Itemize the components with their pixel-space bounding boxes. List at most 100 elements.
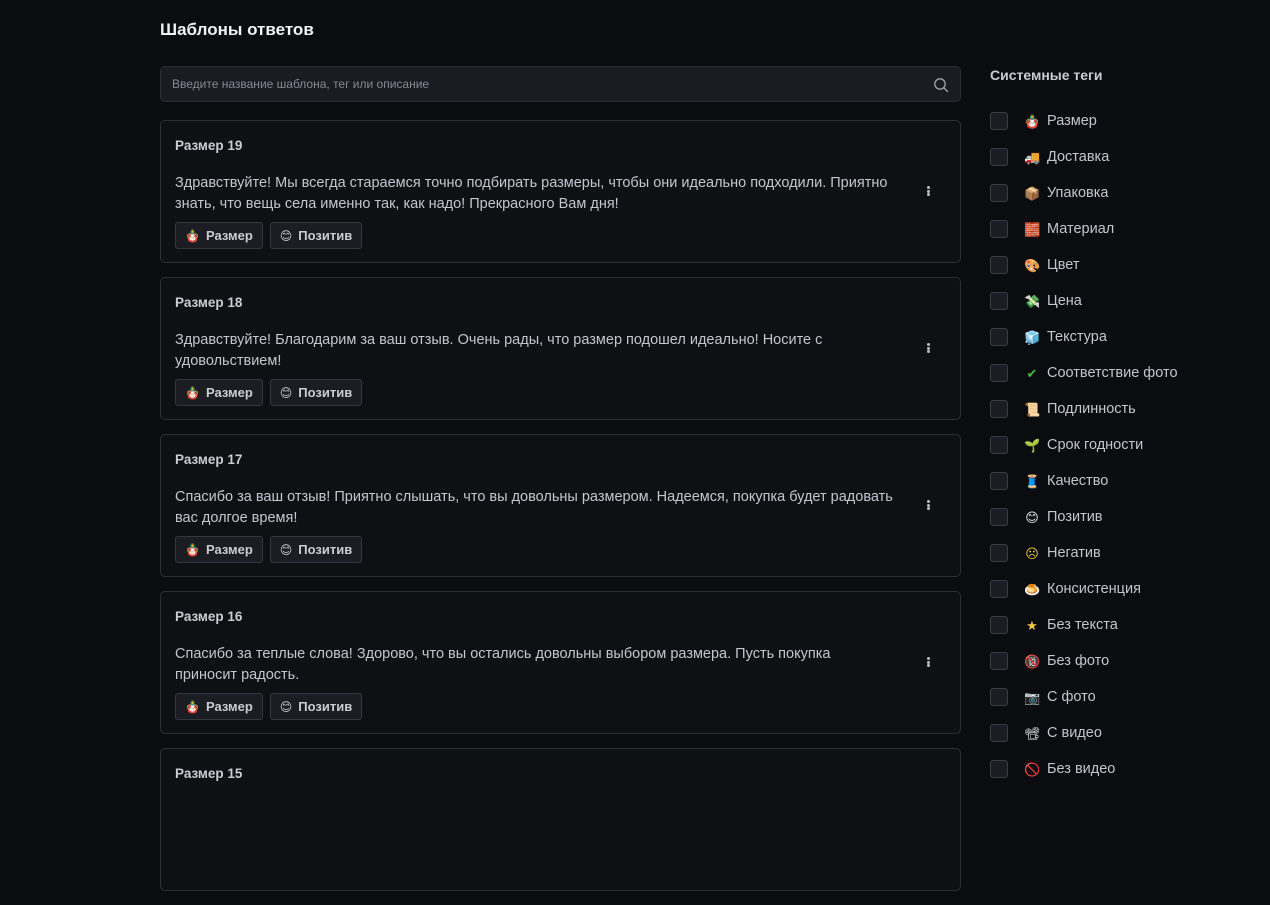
tag-chip-label: Позитив <box>298 542 353 557</box>
template-title: Размер 19 <box>175 138 243 153</box>
camera-icon: 📷 <box>1024 689 1041 705</box>
template-tags: 🪆 Размер 😊 Позитив <box>175 536 946 563</box>
tag-chip-label: Позитив <box>298 385 353 400</box>
search-icon[interactable] <box>933 77 949 93</box>
smile-icon: 😊 <box>279 699 293 714</box>
tag-chip-positive[interactable]: 😊 Позитив <box>269 379 363 406</box>
system-tag-label: Цена <box>1047 293 1082 309</box>
search-input[interactable] <box>161 67 960 101</box>
nesting-doll-icon: 🪆 <box>185 542 200 557</box>
tag-checkbox[interactable] <box>990 328 1008 346</box>
system-tag-packaging[interactable]: 📦 Упаковка <box>990 175 1250 211</box>
template-text: Здравствуйте! Мы всегда стараемся точно … <box>175 175 888 212</box>
check-mark-icon: ✔ <box>1026 365 1038 381</box>
tag-chip-positive[interactable]: 😊 Позитив <box>269 693 363 720</box>
tag-checkbox[interactable] <box>990 724 1008 742</box>
thread-spool-icon: 🧵 <box>1024 473 1041 489</box>
more-options-button[interactable] <box>922 497 934 513</box>
tag-checkbox[interactable] <box>990 436 1008 454</box>
system-tag-shelf-life[interactable]: 🌱 Срок годности <box>990 427 1250 463</box>
template-text: Здравствуйте! Благодарим за ваш отзыв. О… <box>175 332 823 369</box>
system-tag-no-video[interactable]: 🚫 Без видео <box>990 751 1250 787</box>
template-card[interactable]: Размер 17 Спасибо за ваш отзыв! Приятно … <box>160 434 961 577</box>
tag-checkbox[interactable] <box>990 256 1008 274</box>
tag-chip-size[interactable]: 🪆 Размер <box>175 693 263 720</box>
system-tag-label: Консистенция <box>1047 581 1141 597</box>
system-tag-color[interactable]: 🎨 Цвет <box>990 247 1250 283</box>
system-tag-label: Текстура <box>1047 329 1107 345</box>
template-text: Спасибо за теплые слова! Здорово, что вы… <box>175 646 831 683</box>
tag-checkbox[interactable] <box>990 184 1008 202</box>
system-tag-delivery[interactable]: 🚚 Доставка <box>990 139 1250 175</box>
tag-checkbox[interactable] <box>990 580 1008 598</box>
system-tag-with-video[interactable]: 📽 С видео <box>990 715 1250 751</box>
system-tag-label: Без видео <box>1047 761 1116 777</box>
tag-checkbox[interactable] <box>990 364 1008 382</box>
star-icon: ★ <box>1026 617 1038 633</box>
film-projector-icon: 📽 <box>1024 725 1041 741</box>
search-box <box>160 66 961 102</box>
system-tag-negative[interactable]: ☹ Негатив <box>990 535 1250 571</box>
tag-checkbox[interactable] <box>990 292 1008 310</box>
template-card[interactable]: Размер 18 Здравствуйте! Благодарим за ва… <box>160 277 961 420</box>
system-tag-no-text[interactable]: ★ Без текста <box>990 607 1250 643</box>
palette-icon: 🎨 <box>1024 257 1041 273</box>
template-title: Размер 18 <box>175 295 243 310</box>
template-card[interactable]: Размер 19 Здравствуйте! Мы всегда старае… <box>160 120 961 263</box>
template-card[interactable]: Размер 15 <box>160 748 961 891</box>
smile-icon: 😊 <box>279 542 293 557</box>
tag-checkbox[interactable] <box>990 688 1008 706</box>
bricks-icon: 🧱 <box>1024 221 1041 237</box>
nesting-doll-icon: 🪆 <box>1024 113 1041 129</box>
tag-checkbox[interactable] <box>990 760 1008 778</box>
tag-chip-size[interactable]: 🪆 Размер <box>175 222 263 249</box>
system-tag-texture[interactable]: 🧊 Текстура <box>990 319 1250 355</box>
tag-chip-label: Размер <box>205 542 253 557</box>
template-card[interactable]: Размер 16 Спасибо за теплые слова! Здоро… <box>160 591 961 734</box>
more-options-button[interactable] <box>922 340 934 356</box>
template-tags: 🪆 Размер 😊 Позитив <box>175 379 946 406</box>
system-tag-material[interactable]: 🧱 Материал <box>990 211 1250 247</box>
truck-icon: 🚚 <box>1024 149 1041 165</box>
system-tags-title: Системные теги <box>990 67 1103 83</box>
system-tag-consistency[interactable]: 🍮 Консистенция <box>990 571 1250 607</box>
system-tag-authenticity[interactable]: 📜 Подлинность <box>990 391 1250 427</box>
custard-icon: 🍮 <box>1024 581 1041 597</box>
tag-chip-size[interactable]: 🪆 Размер <box>175 379 263 406</box>
system-tag-quality[interactable]: 🧵 Качество <box>990 463 1250 499</box>
template-list: Размер 19 Здравствуйте! Мы всегда старае… <box>160 120 961 905</box>
more-options-button[interactable] <box>922 654 934 670</box>
tag-checkbox[interactable] <box>990 652 1008 670</box>
system-tag-size[interactable]: 🪆 Размер <box>990 103 1250 139</box>
tag-chip-size[interactable]: 🪆 Размер <box>175 536 263 563</box>
frown-icon: ☹ <box>1025 545 1039 561</box>
tag-checkbox[interactable] <box>990 544 1008 562</box>
system-tag-positive[interactable]: 😊 Позитив <box>990 499 1250 535</box>
system-tag-label: Размер <box>1047 113 1097 129</box>
tag-checkbox[interactable] <box>990 220 1008 238</box>
more-options-button[interactable] <box>922 183 934 199</box>
smile-icon: 😊 <box>279 228 293 243</box>
tag-chip-label: Позитив <box>298 699 353 714</box>
package-icon: 📦 <box>1024 185 1041 201</box>
system-tag-no-photo[interactable]: 🔞 Без фото <box>990 643 1250 679</box>
system-tags-list: 🪆 Размер 🚚 Доставка 📦 Упаковка 🧱 Материа… <box>990 103 1250 787</box>
kebab-dot-icon <box>926 193 930 196</box>
tag-checkbox[interactable] <box>990 148 1008 166</box>
tag-checkbox[interactable] <box>990 616 1008 634</box>
system-tag-label: Соответствие фото <box>1047 365 1178 381</box>
system-tag-with-photo[interactable]: 📷 С фото <box>990 679 1250 715</box>
system-tag-label: Материал <box>1047 221 1115 237</box>
tag-checkbox[interactable] <box>990 508 1008 526</box>
kebab-dot-icon <box>926 186 930 189</box>
system-tag-photo-match[interactable]: ✔ Соответствие фото <box>990 355 1250 391</box>
tag-chip-label: Позитив <box>298 228 353 243</box>
tag-checkbox[interactable] <box>990 472 1008 490</box>
system-tag-price[interactable]: 💸 Цена <box>990 283 1250 319</box>
template-tags: 🪆 Размер 😊 Позитив <box>175 693 946 720</box>
tag-chip-positive[interactable]: 😊 Позитив <box>269 222 363 249</box>
tag-checkbox[interactable] <box>990 112 1008 130</box>
system-tag-label: Упаковка <box>1047 185 1109 201</box>
tag-checkbox[interactable] <box>990 400 1008 418</box>
tag-chip-positive[interactable]: 😊 Позитив <box>269 536 363 563</box>
